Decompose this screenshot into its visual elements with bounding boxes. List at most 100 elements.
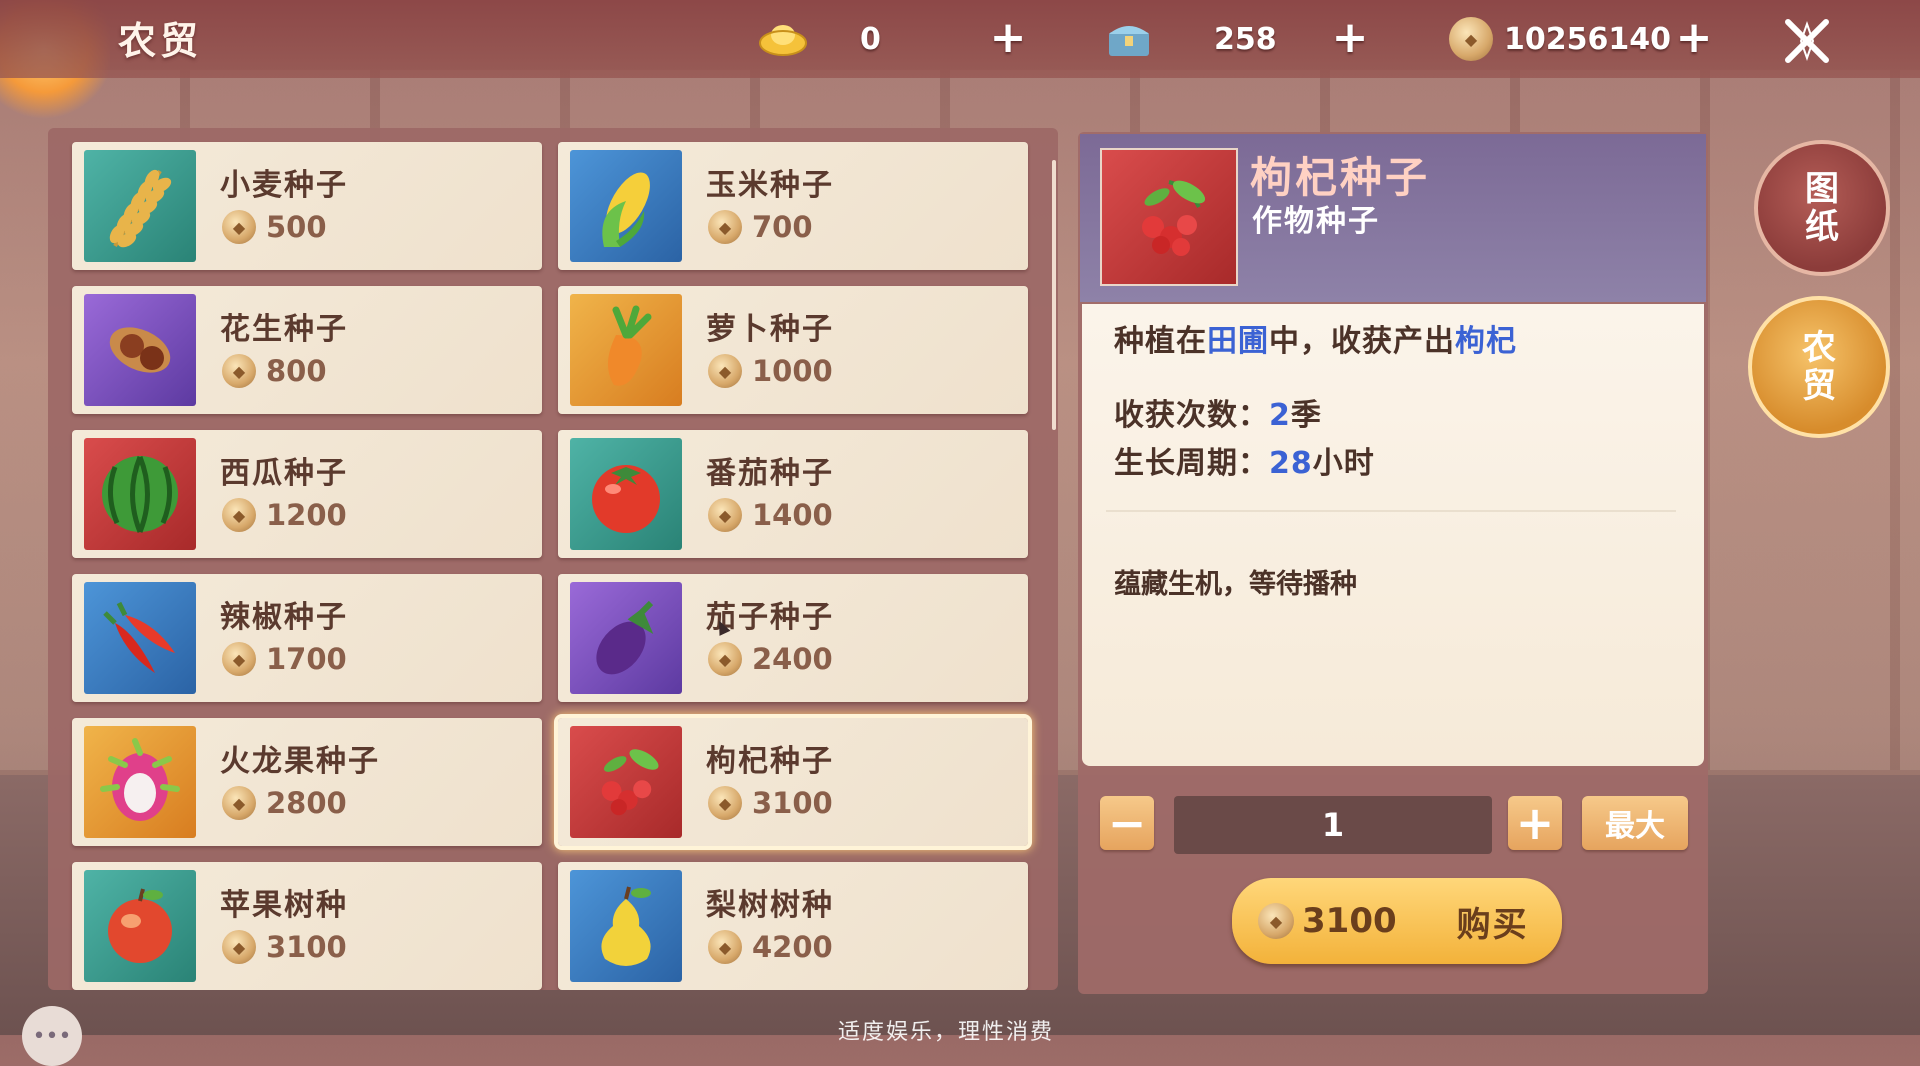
market-button[interactable]: 农 贸 [1748, 296, 1890, 438]
wheat-icon [84, 150, 196, 262]
coin-icon: ◆ [708, 210, 742, 244]
item-name: 梨树树种 [706, 888, 834, 923]
quantity-input[interactable]: 1 [1174, 796, 1492, 854]
desc-pre: 种植在 [1114, 324, 1207, 359]
item-price-value: 3100 [752, 786, 833, 820]
item-price: ◆ 1400 [708, 498, 833, 532]
item-card[interactable]: 枸杞种子 ◆ 3100 [558, 718, 1028, 846]
item-price: ◆ 3100 [708, 786, 833, 820]
item-card[interactable]: 花生种子 ◆ 800 [72, 286, 542, 414]
peanut-icon [84, 294, 196, 406]
item-name: 玉米种子 [706, 168, 834, 203]
eggplant-icon [570, 582, 682, 694]
item-price: ◆ 1000 [708, 354, 833, 388]
desc-mid: 中，收获产出 [1269, 324, 1455, 359]
coin-icon: ◆ [708, 786, 742, 820]
item-name: 枸杞种子 [706, 744, 834, 779]
detail-description: 种植在田圃中，收获产出枸杞 收获次数：2季 生长周期：28小时 蕴藏生机，等待播… [1082, 304, 1704, 766]
harvest-unit: 季 [1290, 398, 1322, 433]
item-price-value: 2800 [266, 786, 347, 820]
decrease-quantity-button[interactable]: − [1100, 796, 1154, 850]
item-price-value: 1200 [266, 498, 347, 532]
item-detail-panel: 枸杞种子 作物种子 种植在田圃中，收获产出枸杞 收获次数：2季 生长周期：28小… [1078, 132, 1708, 994]
health-reminder: 适度娱乐，理性消费 [838, 1020, 1055, 1045]
item-price-value: 1700 [266, 642, 347, 676]
max-quantity-button[interactable]: 最大 [1582, 796, 1688, 850]
blueprint-button[interactable]: 图 纸 [1754, 140, 1890, 276]
blueprint-label-1: 图 [1805, 169, 1839, 209]
item-price: ◆ 500 [222, 210, 327, 244]
flavor-text: 蕴藏生机，等待播种 [1114, 569, 1357, 600]
coin-counter: ◆ 10256140 [1446, 14, 1671, 64]
item-card[interactable]: 苹果树种 ◆ 3100 [72, 862, 542, 990]
pear-icon [570, 870, 682, 982]
item-card[interactable]: 西瓜种子 ◆ 1200 [72, 430, 542, 558]
item-price-value: 1000 [752, 354, 833, 388]
carrot-icon [570, 294, 682, 406]
blueprint-label-2: 纸 [1805, 207, 1839, 247]
coin-value: 10256140 [1504, 21, 1671, 57]
detail-header: 枸杞种子 作物种子 [1080, 134, 1706, 302]
watermelon-icon [84, 438, 196, 550]
item-list-panel: 小麦种子 ◆ 500 玉米种子 ◆ 700 花生种子 ◆ 800 萝卜种子 ◆ 1000 西瓜种子 ◆ 12… [48, 128, 1058, 990]
item-name: 火龙果种子 [220, 744, 380, 779]
tomato-icon [570, 438, 682, 550]
item-card[interactable]: 番茄种子 ◆ 1400 [558, 430, 1028, 558]
item-price-value: 3100 [266, 930, 347, 964]
market-label-1: 农 [1802, 328, 1836, 368]
coin-icon: ◆ [222, 930, 256, 964]
item-price-value: 800 [266, 354, 327, 388]
dragonfruit-icon [84, 726, 196, 838]
item-price-value: 4200 [752, 930, 833, 964]
list-scrollbar[interactable] [1052, 160, 1056, 430]
close-icon[interactable] [1780, 14, 1834, 68]
item-price-value: 700 [752, 210, 813, 244]
planting-description: 种植在田圃中，收获产出枸杞 [1114, 316, 1517, 360]
item-card[interactable]: 茄子种子 ◆ 2400 [558, 574, 1028, 702]
coin-icon: ◆ [708, 930, 742, 964]
item-price: ◆ 1700 [222, 642, 347, 676]
item-price: ◆ 700 [708, 210, 813, 244]
coin-icon: ◆ [222, 210, 256, 244]
desc-place: 田圃 [1207, 324, 1269, 359]
add-chest-button[interactable]: + [1330, 16, 1370, 60]
item-card[interactable]: 辣椒种子 ◆ 1700 [72, 574, 542, 702]
add-gold-ingot-button[interactable]: + [988, 16, 1028, 60]
harvest-label: 收获次数： [1114, 398, 1269, 433]
growth-value: 28 [1269, 446, 1313, 481]
item-card[interactable]: 萝卜种子 ◆ 1000 [558, 286, 1028, 414]
item-price: ◆ 2800 [222, 786, 347, 820]
apple-icon [84, 870, 196, 982]
growth-label: 生长周期： [1114, 446, 1269, 481]
coin-icon: ◆ [222, 642, 256, 676]
item-card[interactable]: 梨树树种 ◆ 4200 [558, 862, 1028, 990]
item-card[interactable]: 玉米种子 ◆ 700 [558, 142, 1028, 270]
item-card[interactable]: 小麦种子 ◆ 500 [72, 142, 542, 270]
item-name: 番茄种子 [706, 456, 834, 491]
detail-subtitle: 作物种子 [1252, 204, 1380, 239]
buy-label: 购买 [1456, 904, 1529, 945]
coin-icon: ◆ [1446, 17, 1496, 61]
item-name: 萝卜种子 [706, 312, 834, 347]
growth-unit: 小时 [1312, 446, 1375, 481]
gold-ingot-value: 0 [860, 21, 881, 57]
item-name: 小麦种子 [220, 168, 348, 203]
total-price: 3100 [1302, 901, 1397, 941]
item-name: 花生种子 [220, 312, 348, 347]
item-price-value: 2400 [752, 642, 833, 676]
growth-cycle: 生长周期：28小时 [1114, 438, 1375, 482]
buy-button[interactable]: ◆ 3100 购买 [1232, 878, 1562, 964]
item-name: 西瓜种子 [220, 456, 348, 491]
item-price: ◆ 2400 [708, 642, 833, 676]
item-card[interactable]: 火龙果种子 ◆ 2800 [72, 718, 542, 846]
add-coin-button[interactable]: + [1674, 16, 1714, 60]
chat-button[interactable]: ••• [22, 1006, 82, 1066]
coin-icon: ◆ [222, 354, 256, 388]
increase-quantity-button[interactable]: + [1508, 796, 1562, 850]
treasure-chest-icon [1104, 18, 1154, 60]
chat-icon: ••• [32, 1023, 72, 1049]
coin-icon: ◆ [1258, 903, 1294, 939]
harvest-value: 2 [1269, 398, 1291, 433]
divider [1106, 510, 1676, 512]
item-price: ◆ 4200 [708, 930, 833, 964]
